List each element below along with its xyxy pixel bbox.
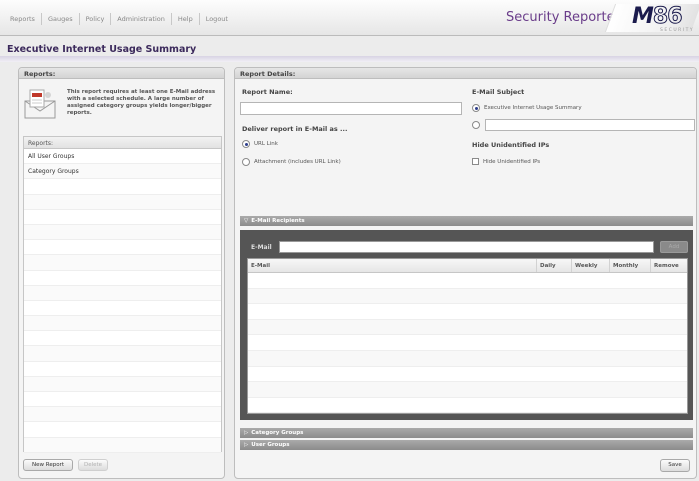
delete-button[interactable]: Delete bbox=[78, 459, 108, 471]
recipients-rows bbox=[248, 273, 687, 414]
save-button[interactable]: Save bbox=[660, 459, 690, 472]
table-row bbox=[248, 319, 687, 336]
email-input[interactable] bbox=[279, 241, 654, 253]
url-link-radio[interactable] bbox=[242, 140, 250, 148]
empty-row bbox=[24, 285, 221, 301]
email-recipients-title: E-Mail Recipients bbox=[251, 218, 305, 224]
title-divider bbox=[0, 56, 699, 62]
reports-list: Reports: All User Groups Category Groups bbox=[23, 136, 222, 453]
hide-unidentified-checkbox[interactable] bbox=[472, 158, 479, 165]
empty-row bbox=[24, 346, 221, 362]
report-info-text: This report requires at least one E-Mail… bbox=[67, 89, 216, 116]
new-report-button[interactable]: New Report bbox=[23, 459, 73, 471]
logo-sub: SECURITY bbox=[660, 28, 695, 33]
attachment-label: Attachment (includes URL Link) bbox=[254, 159, 341, 165]
empty-row bbox=[24, 224, 221, 241]
url-link-label: URL Link bbox=[254, 141, 278, 147]
email-recipients-section: E-Mail Add E-Mail Daily Weekly Monthly R… bbox=[240, 230, 693, 420]
logo-main: M bbox=[632, 4, 654, 29]
chevron-right-icon: ▷ bbox=[244, 430, 249, 436]
empty-row bbox=[24, 392, 221, 408]
page-title: Executive Internet Usage Summary bbox=[7, 44, 197, 55]
report-details-header: Report Details: bbox=[235, 68, 696, 79]
empty-row bbox=[24, 316, 221, 332]
empty-row bbox=[24, 331, 221, 347]
reports-panel-header: Reports: bbox=[19, 68, 224, 79]
main-nav: Reports Gauges Policy Administration Hel… bbox=[4, 13, 234, 25]
table-row bbox=[248, 350, 687, 367]
nav-reports[interactable]: Reports bbox=[4, 15, 41, 23]
empty-row bbox=[24, 407, 221, 423]
table-row bbox=[248, 273, 687, 289]
nav-logout[interactable]: Logout bbox=[200, 15, 234, 23]
nav-administration[interactable]: Administration bbox=[111, 15, 171, 23]
list-item[interactable]: All User Groups bbox=[24, 149, 221, 165]
hide-unidentified-option-label: Hide Unidentified IPs bbox=[483, 158, 541, 165]
subject-custom-radio[interactable] bbox=[472, 121, 480, 129]
empty-row bbox=[24, 437, 221, 453]
nav-gauges[interactable]: Gauges bbox=[42, 15, 79, 23]
subject-custom-option[interactable] bbox=[472, 121, 484, 129]
report-name-input[interactable] bbox=[240, 102, 462, 115]
subject-default-label: Executive Internet Usage Summary bbox=[484, 105, 582, 111]
reports-list-header: Reports: bbox=[24, 137, 221, 149]
hide-unidentified-option[interactable]: Hide Unidentified IPs bbox=[472, 158, 540, 165]
report-details-panel: Report Details: Report Name: Deliver rep… bbox=[234, 67, 697, 479]
table-row bbox=[248, 335, 687, 351]
table-row bbox=[248, 367, 687, 383]
col-monthly: Monthly bbox=[610, 259, 651, 272]
category-groups-title: Category Groups bbox=[251, 430, 304, 436]
report-name-label: Report Name: bbox=[242, 88, 293, 96]
report-envelope-icon bbox=[24, 89, 56, 119]
empty-row bbox=[24, 376, 221, 392]
app-title: Security Reporter bbox=[506, 10, 620, 25]
col-daily: Daily bbox=[537, 259, 572, 272]
list-item[interactable]: Category Groups bbox=[24, 164, 221, 180]
email-recipients-toggle[interactable]: ▽ E-Mail Recipients bbox=[240, 216, 693, 226]
empty-row bbox=[24, 362, 221, 377]
user-groups-toggle[interactable]: ▷ User Groups bbox=[240, 440, 693, 450]
email-label: E-Mail bbox=[251, 244, 272, 251]
deliver-url-option[interactable]: URL Link bbox=[242, 140, 278, 148]
subject-default-option[interactable]: Executive Internet Usage Summary bbox=[472, 104, 582, 112]
table-row bbox=[248, 398, 687, 414]
empty-row bbox=[24, 194, 221, 210]
table-row bbox=[248, 382, 687, 398]
empty-row bbox=[24, 301, 221, 317]
subject-custom-input[interactable] bbox=[485, 119, 695, 131]
user-groups-title: User Groups bbox=[251, 442, 290, 448]
top-bar: Reports Gauges Policy Administration Hel… bbox=[0, 0, 699, 36]
deliver-attachment-option[interactable]: Attachment (includes URL Link) bbox=[242, 158, 341, 166]
nav-policy[interactable]: Policy bbox=[80, 15, 111, 23]
empty-row bbox=[24, 255, 221, 271]
col-remove: Remove bbox=[654, 263, 679, 269]
empty-row bbox=[24, 422, 221, 438]
attachment-radio[interactable] bbox=[242, 158, 250, 166]
email-subject-label: E-Mail Subject bbox=[472, 88, 525, 96]
reports-panel: Reports: This report requires at least o… bbox=[18, 67, 225, 479]
category-groups-toggle[interactable]: ▷ Category Groups bbox=[240, 428, 693, 438]
col-weekly: Weekly bbox=[572, 259, 610, 272]
recipients-table-header: E-Mail Daily Weekly Monthly Remove bbox=[248, 259, 687, 273]
chevron-right-icon: ▷ bbox=[244, 442, 249, 448]
m86-logo: M86 bbox=[632, 4, 683, 30]
deliver-label: Deliver report in E-Mail as ... bbox=[242, 125, 348, 133]
empty-row bbox=[24, 210, 221, 225]
reports-list-rows: All User Groups Category Groups bbox=[24, 149, 221, 453]
table-row bbox=[248, 288, 687, 305]
col-email: E-Mail bbox=[248, 259, 537, 272]
empty-row bbox=[24, 271, 221, 286]
add-button[interactable]: Add bbox=[660, 241, 688, 253]
chevron-down-icon: ▽ bbox=[244, 218, 249, 224]
table-row bbox=[248, 304, 687, 320]
hide-unidentified-label: Hide Unidentified IPs bbox=[472, 141, 550, 149]
nav-help[interactable]: Help bbox=[172, 15, 199, 23]
empty-row bbox=[24, 240, 221, 256]
empty-row bbox=[24, 179, 221, 195]
logo-hollow: 86 bbox=[652, 4, 683, 30]
recipients-table: E-Mail Daily Weekly Monthly Remove bbox=[247, 258, 688, 414]
subject-default-radio[interactable] bbox=[472, 104, 480, 112]
